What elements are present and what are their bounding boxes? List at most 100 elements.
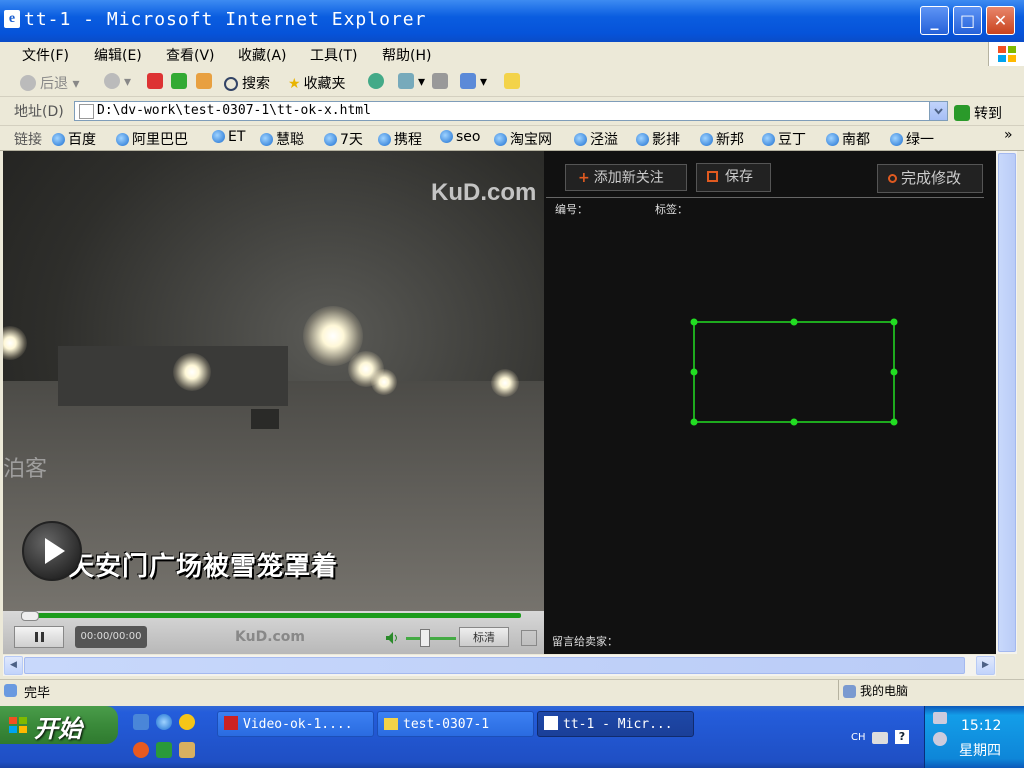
task-ie[interactable]: tt-1 - Micr... — [537, 711, 694, 737]
messenger-button[interactable] — [504, 73, 524, 90]
search-icon — [224, 77, 238, 91]
link-item[interactable]: ET — [212, 129, 245, 145]
play-icon — [45, 538, 65, 564]
ie-quicklaunch-icon[interactable] — [156, 714, 172, 730]
volume-icon[interactable] — [385, 631, 399, 649]
messenger-icon[interactable] — [179, 714, 195, 730]
link-item[interactable]: 百度 — [52, 129, 96, 149]
back-button[interactable]: 后退 ▾ — [20, 73, 79, 93]
status-bar: 完毕 我的电脑 — [0, 679, 1024, 702]
minimize-button[interactable]: _ — [920, 6, 949, 35]
menu-file[interactable]: 文件(F) — [22, 45, 69, 65]
play-button[interactable] — [22, 521, 82, 581]
link-item[interactable]: 淘宝网 — [494, 129, 552, 149]
link-item[interactable]: 南都 — [826, 129, 870, 149]
links-overflow-chevron[interactable]: » — [1004, 127, 1013, 143]
history-button[interactable] — [368, 73, 388, 90]
task-folder[interactable]: test-0307-1 — [377, 711, 534, 737]
help-icon[interactable]: ? — [895, 730, 909, 744]
mail-button[interactable]: ▾ — [398, 73, 425, 90]
close-button[interactable]: ✕ — [986, 6, 1015, 35]
excel-icon[interactable] — [156, 742, 172, 758]
clock[interactable]: 15:12 — [961, 718, 1001, 734]
computer-icon — [843, 685, 856, 698]
volume-tray-icon[interactable] — [933, 732, 947, 746]
vertical-scroll-thumb[interactable] — [998, 153, 1016, 652]
resize-handle[interactable] — [690, 318, 698, 326]
go-button[interactable]: 转到 — [954, 103, 1002, 123]
mail-icon — [398, 73, 414, 89]
link-item[interactable]: 阿里巴巴 — [116, 129, 188, 149]
start-button[interactable]: 开始 — [0, 706, 118, 744]
volume-track[interactable] — [406, 637, 456, 640]
menu-favorites[interactable]: 收藏(A) — [238, 45, 287, 65]
time-display: 00:00/00:00 — [75, 626, 147, 648]
print-button[interactable] — [432, 73, 452, 90]
pause-button[interactable] — [14, 626, 64, 648]
ie-link-icon — [324, 133, 337, 146]
network-icon[interactable] — [933, 712, 947, 724]
horizontal-scrollbar[interactable]: ◀ ▶ — [3, 655, 996, 676]
finish-edit-button[interactable]: 完成修改 — [877, 164, 983, 193]
resize-handle[interactable] — [690, 368, 698, 376]
fullscreen-icon[interactable] — [521, 630, 537, 646]
link-item[interactable]: 豆丁 — [762, 129, 806, 149]
star-icon: ★ — [288, 76, 301, 92]
quality-button[interactable]: 标清 — [459, 627, 509, 647]
link-item[interactable]: 泾溢 — [574, 129, 618, 149]
resize-handle[interactable] — [790, 318, 798, 326]
horizontal-scroll-thumb[interactable] — [24, 657, 965, 674]
home-button[interactable] — [196, 73, 216, 90]
link-item[interactable]: 携程 — [378, 129, 422, 149]
link-item[interactable]: 慧聪 — [260, 129, 304, 149]
link-item[interactable]: 7天 — [324, 129, 363, 149]
plus-icon: + — [578, 170, 590, 186]
edit-button[interactable]: ▾ — [460, 73, 487, 90]
resize-handle[interactable] — [890, 318, 898, 326]
resize-handle[interactable] — [790, 418, 798, 426]
video-player[interactable]: KuD.com 泊客 天安门广场被雪笼罩着 — [3, 151, 544, 611]
link-item[interactable]: seo — [440, 129, 480, 145]
link-item[interactable]: 绿一 — [890, 129, 934, 149]
progress-bar[interactable] — [21, 613, 521, 618]
media-icon[interactable] — [133, 742, 149, 758]
weekday: 星期四 — [959, 743, 1001, 759]
link-item[interactable]: 新邦 — [700, 129, 744, 149]
resize-handle[interactable] — [890, 418, 898, 426]
save-button[interactable]: 保存 — [696, 163, 771, 192]
resize-handle[interactable] — [890, 368, 898, 376]
ie-link-icon — [378, 133, 391, 146]
maximize-button[interactable]: □ — [953, 6, 982, 35]
video-logo: KuD.com — [431, 179, 537, 206]
progress-handle[interactable] — [21, 611, 39, 621]
language-indicator[interactable]: CH — [851, 732, 866, 743]
ie-link-icon — [440, 130, 453, 143]
favorites-button[interactable]: ★ 收藏夹 — [288, 73, 346, 93]
selection-box[interactable] — [688, 316, 900, 428]
keyboard-icon[interactable] — [872, 732, 888, 744]
ie-link-icon — [116, 133, 129, 146]
scroll-right-button[interactable]: ▶ — [976, 656, 995, 675]
task-video[interactable]: Video-ok-1.... — [217, 711, 374, 737]
link-item[interactable]: 影排 — [636, 129, 680, 149]
player-logo: KuD.com — [235, 629, 306, 645]
stop-button[interactable] — [147, 73, 167, 90]
forward-button[interactable]: ▾ — [104, 73, 131, 90]
vertical-scrollbar[interactable] — [996, 151, 1017, 654]
menu-help[interactable]: 帮助(H) — [382, 45, 431, 65]
menu-view[interactable]: 查看(V) — [166, 45, 215, 65]
user-icon[interactable] — [179, 742, 195, 758]
volume-slider[interactable] — [420, 629, 430, 647]
refresh-button[interactable] — [171, 73, 191, 90]
address-dropdown[interactable] — [929, 102, 947, 120]
status-text: 完毕 — [24, 686, 51, 701]
ie-link-icon — [636, 133, 649, 146]
quicklaunch-icon[interactable] — [133, 714, 149, 730]
search-button[interactable]: 搜索 — [224, 73, 270, 93]
menu-tools[interactable]: 工具(T) — [310, 45, 357, 65]
address-input[interactable]: D:\dv-work\test-0307-1\tt-ok-x.html — [74, 101, 948, 121]
scroll-left-button[interactable]: ◀ — [4, 656, 23, 675]
add-follow-button[interactable]: + 添加新关注 — [565, 164, 687, 191]
resize-handle[interactable] — [690, 418, 698, 426]
menu-edit[interactable]: 编辑(E) — [94, 45, 142, 65]
